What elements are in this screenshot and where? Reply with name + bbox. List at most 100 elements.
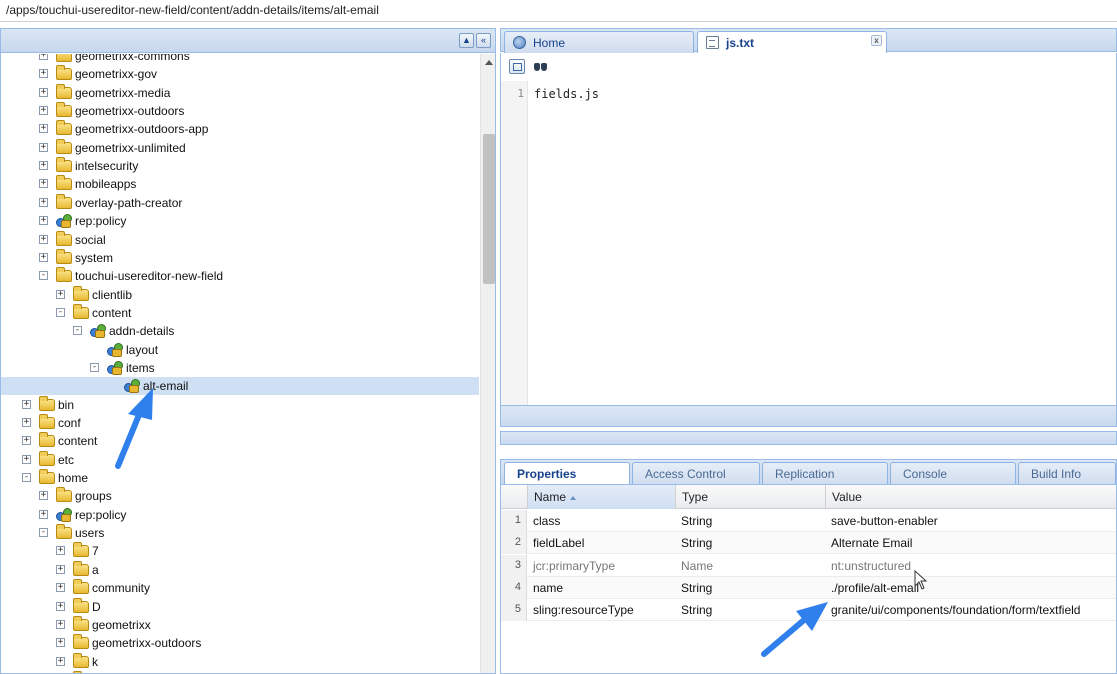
tree-node[interactable]: + intelsecurity <box>1 157 479 175</box>
tree-node[interactable]: + social <box>1 230 479 249</box>
tree-node[interactable]: + content <box>1 432 479 450</box>
expand-icon[interactable]: + <box>22 418 31 427</box>
binoculars-icon[interactable] <box>533 59 549 74</box>
tree-node[interactable]: - home <box>1 469 479 487</box>
expand-icon[interactable]: + <box>39 179 48 189</box>
tab-js-txt[interactable]: js.txt x <box>697 31 887 54</box>
expand-icon[interactable]: + <box>56 638 65 648</box>
tree-node[interactable]: + rep:policy <box>1 506 479 524</box>
tab-replication[interactable]: Replication <box>762 462 888 485</box>
expand-icon[interactable]: + <box>39 124 48 134</box>
expand-icon[interactable]: + <box>39 197 48 207</box>
scroll-up-icon[interactable] <box>485 60 493 65</box>
expand-icon[interactable]: + <box>39 252 48 262</box>
tree-node[interactable]: - content <box>1 303 479 322</box>
tab-access-control[interactable]: Access Control <box>632 462 760 485</box>
code-line[interactable]: fields.js <box>534 87 599 101</box>
tab-build-info[interactable]: Build Info <box>1018 462 1116 485</box>
tree-node[interactable]: + overlay-path-creator <box>1 193 479 212</box>
panel-splitter[interactable] <box>500 431 1117 445</box>
tree-scrollbar[interactable] <box>480 54 495 673</box>
tree-node[interactable]: + a <box>1 560 479 579</box>
folder-icon <box>56 157 72 173</box>
tree-node[interactable]: + geometrixx-outdoors-app <box>1 120 479 138</box>
expand-icon[interactable]: + <box>22 436 31 446</box>
expand-icon[interactable]: + <box>56 546 65 556</box>
expand-icon[interactable]: + <box>39 142 48 152</box>
expand-icon[interactable]: + <box>39 106 48 116</box>
tree-node[interactable]: + community <box>1 579 479 597</box>
expand-icon[interactable]: + <box>39 491 48 501</box>
collapse-panel-icon[interactable]: « <box>476 33 491 48</box>
collapse-icon[interactable]: - <box>22 473 31 483</box>
expand-icon[interactable]: + <box>39 234 48 244</box>
expand-icon[interactable]: + <box>39 509 48 519</box>
tree-node[interactable]: + k <box>1 652 479 671</box>
tree-node[interactable]: +7 <box>1 542 479 560</box>
column-header-value[interactable]: Value <box>825 485 1116 509</box>
tree-node[interactable]: + bin <box>1 395 479 414</box>
table-row[interactable]: 2 fieldLabel String Alternate Email <box>501 532 1116 555</box>
tree-node[interactable]: + geometrixx-outdoors <box>1 634 479 652</box>
collapse-icon[interactable]: - <box>39 271 48 281</box>
tree-node[interactable]: + clientlib <box>1 285 479 304</box>
tree-node[interactable]: + D <box>1 597 479 616</box>
tree-node[interactable]: - items <box>1 359 479 377</box>
collapse-icon[interactable]: - <box>90 362 99 372</box>
expand-icon[interactable]: + <box>39 216 48 226</box>
column-header-name[interactable]: Name <box>527 485 675 509</box>
tree-node[interactable]: layout <box>1 341 479 359</box>
expand-icon[interactable]: + <box>22 454 31 464</box>
expand-icon[interactable]: + <box>56 583 65 593</box>
repository-tree: + geometrixx-commons + geometrixx-gov + geome… <box>1 54 479 673</box>
tab-properties[interactable]: Properties <box>504 462 630 486</box>
collapse-icon[interactable]: - <box>73 326 82 336</box>
tree-node[interactable]: + conf <box>1 414 479 432</box>
table-row[interactable]: 4 name String ./profile/alt-email <box>501 576 1116 599</box>
collapse-icon[interactable]: - <box>56 307 65 317</box>
tree-node[interactable]: + geometrixx-outdoors <box>1 102 479 120</box>
editor-status-bar <box>500 405 1117 427</box>
expand-icon[interactable]: + <box>39 87 48 97</box>
tree-node[interactable]: + system <box>1 248 479 267</box>
binoculars-icon[interactable]: ▲ <box>459 33 474 48</box>
tab-console[interactable]: Console <box>890 462 1016 485</box>
collapse-icon[interactable]: - <box>39 528 48 538</box>
tree-node[interactable]: - touchui-usereditor-new-field <box>1 267 479 285</box>
tab-home[interactable]: Home <box>504 31 694 53</box>
tree-node[interactable]: + etc <box>1 450 479 469</box>
expand-icon[interactable]: + <box>56 601 65 611</box>
scroll-thumb[interactable] <box>483 134 495 284</box>
expand-icon[interactable]: + <box>56 564 65 574</box>
expand-icon[interactable]: + <box>39 69 48 79</box>
tree-node[interactable]: + groups <box>1 487 479 505</box>
tree-node[interactable]: + mobileapps <box>1 175 479 193</box>
expand-icon[interactable]: + <box>56 619 65 629</box>
expand-icon[interactable]: + <box>22 399 31 409</box>
code-editor[interactable]: 1 fields.js <box>500 81 1117 405</box>
tree-node-label: addn-details <box>109 324 175 339</box>
save-icon[interactable] <box>509 59 525 74</box>
editor-tabstrip: Home js.txt x <box>500 28 1117 54</box>
folder-icon <box>56 175 72 191</box>
tree-node[interactable]: + rep:policy <box>1 212 479 230</box>
tree-node[interactable]: + geometrixx-unlimited <box>1 138 479 157</box>
table-row[interactable]: 1 class String save-button-enabler <box>501 510 1116 532</box>
path-bar[interactable]: /apps/touchui-usereditor-new-field/conte… <box>0 0 1117 22</box>
close-icon[interactable]: x <box>871 35 882 46</box>
tree-node[interactable]: - addn-details <box>1 322 479 340</box>
tree-node[interactable]: + geometrixx-gov <box>1 65 479 83</box>
tree-node[interactable]: + geometrixx <box>1 615 479 634</box>
expand-icon[interactable]: + <box>56 289 65 299</box>
tree-node[interactable]: + geometrixx-commons <box>1 54 479 65</box>
tree-node[interactable]: + geometrixx-media <box>1 83 479 102</box>
expand-icon[interactable]: + <box>39 161 48 171</box>
tree-node[interactable]: - users <box>1 524 479 542</box>
table-row[interactable]: 3 jcr:primaryType Name nt:unstructured <box>501 554 1116 577</box>
table-row[interactable]: 5 sling:resourceType String granite/ui/comp… <box>501 599 1116 622</box>
folder-icon <box>73 634 89 650</box>
column-header-type[interactable]: Type <box>675 485 825 509</box>
expand-icon[interactable]: + <box>56 656 65 666</box>
expand-icon[interactable]: + <box>39 54 48 60</box>
tree-node[interactable]: alt-email <box>1 377 479 396</box>
